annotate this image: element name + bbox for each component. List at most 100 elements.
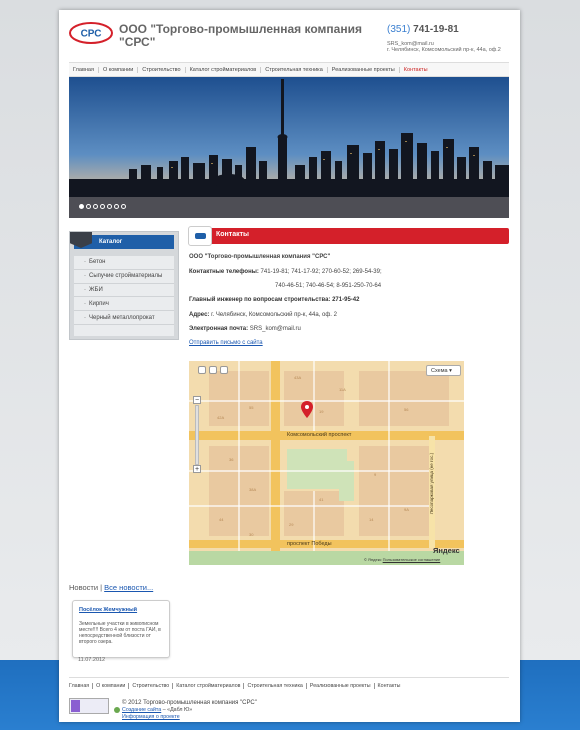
map-copyright: © Яндекс — [364, 557, 382, 562]
slider-dot[interactable] — [93, 204, 98, 209]
svg-text:43A: 43A — [294, 375, 301, 380]
svg-text:19: 19 — [319, 409, 324, 414]
creator-link[interactable]: Создание сайта — [122, 707, 161, 713]
project-info-link[interactable]: Информация о проекте — [122, 714, 180, 720]
zoom-in-button[interactable]: + — [193, 465, 201, 473]
catalog-item-reinforced-concrete[interactable]: ЖБИ — [74, 284, 174, 298]
contacts-phones: Контактные телефоны: 741-19-81; 741-17-9… — [189, 269, 382, 275]
contacts-header: Контакты — [188, 226, 509, 246]
map-footer: © Яндекс Пользовательское соглашение — [364, 557, 440, 562]
map-canvas: 43A5519 42A5611A 36941 38A9A44 291430 — [189, 361, 464, 565]
phones-line2: 740-46-51; 740-46-54; 8-951-250-70-64 — [275, 283, 382, 289]
footer-nav-home[interactable]: Главная — [69, 683, 92, 689]
nav-item-contacts[interactable]: Контакты — [398, 66, 432, 73]
footer-divider — [69, 677, 509, 678]
phone-code: (351) — [387, 24, 411, 35]
footer-nav: Главная О компании Строительство Каталог… — [69, 683, 403, 689]
map-agreement-link[interactable]: Пользовательское соглашение — [383, 557, 441, 562]
catalog-item-ferrous-metal[interactable]: Черный металлопрокат — [74, 311, 174, 325]
map-drag-icon[interactable] — [198, 366, 206, 374]
footer-nav-contacts[interactable]: Контакты — [373, 683, 404, 689]
yandex-map[interactable]: 43A 55 19 42A 56 11A 36 9 41 38A 9A 44 29 14 30 Сх… — [189, 361, 464, 565]
catalog-sidebar: Каталог Бетон Сыпучие стройматериалы ЖБИ… — [69, 231, 179, 340]
svg-text:42A: 42A — [217, 415, 224, 420]
address-label: Адрес: — [189, 312, 210, 318]
company-logo[interactable]: СРС — [69, 22, 113, 44]
hero-slider — [69, 77, 509, 218]
footer-nav-construction[interactable]: Строительство — [128, 683, 172, 689]
catalog-item-brick[interactable]: Кирпич — [74, 297, 174, 312]
catalog-item-bulk-materials[interactable]: Сыпучие стройматериалы — [74, 270, 174, 284]
svg-text:56: 56 — [404, 407, 409, 412]
svg-text:30: 30 — [249, 532, 254, 537]
catalog-title: Каталог — [99, 239, 123, 245]
visit-counter-icon[interactable] — [69, 698, 109, 714]
zoom-out-button[interactable]: − — [193, 396, 201, 404]
nav-item-about[interactable]: О компании — [97, 66, 137, 73]
email-label: Электронная почта: — [189, 326, 249, 332]
email-value: SRS_kom@mail.ru — [249, 326, 301, 332]
nav-item-construction[interactable]: Строительство — [137, 66, 184, 73]
send-letter-link[interactable]: Отправить письмо с сайта — [189, 340, 263, 346]
contacts-card-icon — [188, 226, 212, 246]
catalog-flag-icon — [70, 232, 92, 248]
main-nav: Главная О компании Строительство Каталог… — [69, 62, 509, 77]
creator-name: – «Дабл Ю» — [161, 707, 193, 713]
svg-text:9A: 9A — [404, 507, 409, 512]
contacts-title: Контакты — [216, 231, 250, 238]
header-address: г. Челябинск, Комсомольский пр-к, 44а, о… — [387, 47, 501, 53]
news-label: Новости — [69, 583, 99, 592]
phones-line1: 741-19-81; 741-17-92; 270-60-52; 269-54-… — [260, 269, 382, 275]
phones-label: Контактные телефоны: — [189, 269, 259, 275]
news-card: Посёлок Жемчужный Земельные участки в жи… — [72, 600, 170, 658]
catalog-item-concrete[interactable]: Бетон — [74, 256, 174, 270]
slider-dot[interactable] — [100, 204, 105, 209]
map-brand[interactable]: Яндекс — [433, 546, 460, 555]
street-label-main: Комсомольский проспект — [287, 432, 352, 438]
map-zoom-select-icon[interactable] — [209, 366, 217, 374]
news-item-title[interactable]: Посёлок Жемчужный — [79, 607, 137, 613]
footer-nav-machinery[interactable]: Строительная техника — [243, 683, 305, 689]
phone-number: 741-19-81 — [413, 24, 459, 35]
contacts-address: Адрес: г. Челябинск, Комсомольский пр-к,… — [189, 312, 337, 318]
nav-item-home[interactable]: Главная — [69, 67, 98, 73]
news-item-text: Земельные участки в живописном месте!!!!… — [79, 621, 161, 645]
svg-text:СРС: СРС — [81, 29, 102, 40]
street-label-bottom: проспект Победы — [287, 541, 332, 547]
address-value: г. Челябинск, Комсомольский пр-к, 44а, о… — [211, 312, 337, 318]
map-ruler-icon[interactable] — [220, 366, 228, 374]
catalog-header: Каталог — [70, 232, 174, 249]
svg-text:36: 36 — [229, 457, 234, 462]
footer-copyright: © 2012 Торгово-промышленная компания "СР… — [122, 700, 257, 706]
svg-text:29: 29 — [289, 522, 294, 527]
svg-text:38A: 38A — [249, 487, 256, 492]
nav-item-catalog[interactable]: Каталог стройматериалов — [184, 66, 261, 73]
page-container: СРС ООО "Торгово-промышленная компания "… — [59, 10, 520, 722]
nav-item-projects[interactable]: Реализованные проекты — [326, 66, 399, 73]
nav-item-machinery[interactable]: Строительная техника — [260, 66, 327, 73]
zoom-slider[interactable] — [195, 405, 199, 465]
catalog-list: Бетон Сыпучие стройматериалы ЖБИ Кирпич … — [74, 256, 174, 336]
map-type-label: Схема — [431, 368, 448, 374]
company-title: ООО "Торгово-промышленная компания "СРС" — [119, 22, 362, 49]
slider-dot[interactable] — [86, 204, 91, 209]
engineer-label: Главный инженер по вопросам строительств… — [189, 297, 331, 303]
slider-dot[interactable] — [121, 204, 126, 209]
slider-dot[interactable] — [79, 204, 84, 209]
header-phone: (351) 741-19-81 — [387, 24, 459, 35]
contacts-engineer: Главный инженер по вопросам строительств… — [189, 297, 359, 303]
all-news-link[interactable]: Все новости... — [104, 583, 153, 592]
street-label-vertical: Лесопарковая улица (не гос.) — [429, 452, 435, 515]
footer-nav-projects[interactable]: Реализованные проекты — [305, 683, 374, 689]
svg-text:14: 14 — [369, 517, 374, 522]
svg-text:55: 55 — [249, 405, 254, 410]
map-type-select[interactable]: Схема ▾ — [426, 365, 461, 376]
slider-dot[interactable] — [114, 204, 119, 209]
slider-dot[interactable] — [107, 204, 112, 209]
svg-text:41: 41 — [319, 497, 324, 502]
footer-nav-catalog[interactable]: Каталог стройматериалов — [172, 683, 243, 689]
footer-nav-about[interactable]: О компании — [92, 683, 128, 689]
footer-creator: Создание сайта – «Дабл Ю» — [122, 707, 192, 713]
slider-dots — [79, 204, 126, 209]
svg-text:44: 44 — [219, 517, 224, 522]
